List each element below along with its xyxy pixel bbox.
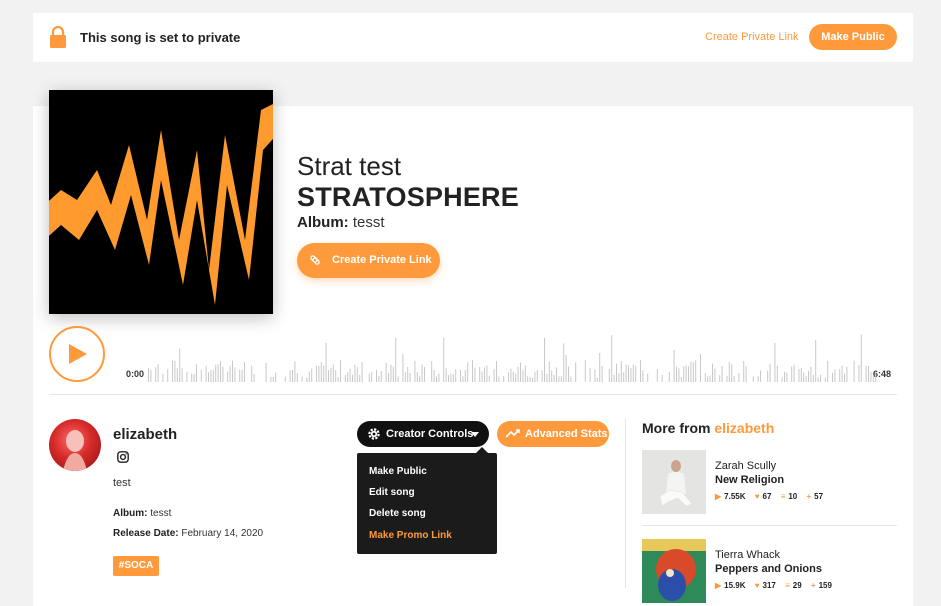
make-public-button[interactable]: Make Public — [809, 24, 897, 50]
chevron-down-icon — [471, 432, 479, 437]
related-artist[interactable]: Tierra Whack — [715, 549, 780, 561]
lock-icon — [50, 26, 66, 48]
privacy-message: This song is set to private — [80, 30, 241, 45]
uploader-bio: test — [113, 477, 131, 489]
cover-art — [49, 90, 273, 314]
more-from-prefix: More from — [642, 420, 711, 436]
related-plays: 15.9K — [724, 581, 746, 590]
create-private-link-label: Create Private Link — [332, 254, 432, 266]
heart-icon: ♥ — [754, 581, 760, 590]
divider — [625, 419, 626, 588]
meta-album-label: Album: — [113, 508, 148, 519]
related-reups: 159 — [818, 581, 832, 590]
album-name[interactable]: tesst — [353, 214, 385, 231]
advanced-stats-label: Advanced Stats — [525, 428, 608, 440]
divider — [49, 394, 897, 395]
time-start: 0:00 — [126, 369, 145, 379]
more-from-heading: More from elizabeth — [642, 420, 774, 436]
menu-item-make-public[interactable]: Make Public — [369, 466, 427, 477]
play-icon — [69, 344, 87, 364]
related-playlists: 29 — [792, 581, 802, 590]
playlist-icon: ≡ — [780, 492, 786, 501]
reup-icon: + — [810, 581, 816, 590]
waveform[interactable] — [148, 326, 878, 382]
menu-item-delete-song[interactable]: Delete song — [369, 508, 426, 519]
meta-album-value[interactable]: tesst — [150, 508, 171, 519]
reup-icon: + — [806, 492, 812, 501]
avatar[interactable] — [49, 419, 101, 471]
song-artist[interactable]: Strat test — [297, 151, 401, 182]
creator-controls-menu: Make Public Edit song Delete song Make P… — [357, 447, 497, 554]
related-likes: 67 — [762, 492, 772, 501]
genre-tag[interactable]: #SOCA — [113, 556, 159, 576]
gear-icon — [368, 428, 380, 440]
release-date-label: Release Date: — [113, 528, 179, 539]
related-thumbnail[interactable] — [642, 450, 706, 514]
create-private-link-button[interactable]: Create Private Link — [297, 243, 440, 278]
play-button[interactable] — [49, 326, 105, 382]
link-icon — [310, 255, 320, 265]
meta-album: Album: tesst — [113, 508, 171, 519]
album-label: Album: — [297, 214, 349, 231]
related-plays: 7.55K — [724, 492, 746, 501]
related-likes: 317 — [762, 581, 776, 590]
heart-icon: ♥ — [754, 492, 760, 501]
playlist-icon: ≡ — [785, 581, 790, 590]
album-line: Album: tesst — [297, 214, 385, 231]
release-date-value: February 14, 2020 — [181, 528, 264, 539]
related-artist[interactable]: Zarah Scully — [715, 460, 776, 472]
create-private-link-link[interactable]: Create Private Link — [705, 31, 799, 43]
related-stats: ▶ 15.9K ♥ 317 ≡ 29 +159 — [715, 581, 839, 590]
trending-up-icon — [506, 429, 520, 438]
song-title: STRATOSPHERE — [297, 182, 519, 212]
meta-release-date: Release Date: February 14, 2020 — [113, 528, 263, 539]
related-title[interactable]: New Religion — [715, 474, 784, 486]
related-stats: ▶ 7.55K ♥ 67 ≡ 10 +57 — [715, 492, 830, 501]
related-reups: 57 — [814, 492, 824, 501]
creator-controls-label: Creator Controls — [386, 428, 474, 440]
advanced-stats-button[interactable]: Advanced Stats — [497, 421, 609, 447]
related-playlists: 10 — [788, 492, 798, 501]
audiomack-logo-icon — [49, 104, 273, 305]
related-thumbnail[interactable] — [642, 539, 706, 603]
menu-item-make-promo-link[interactable]: Make Promo Link — [369, 530, 452, 541]
related-title[interactable]: Peppers and Onions — [715, 563, 822, 575]
play-icon: ▶ — [715, 581, 722, 590]
play-icon: ▶ — [715, 492, 722, 501]
divider — [642, 525, 897, 526]
instagram-icon[interactable] — [117, 451, 129, 463]
uploader-name[interactable]: elizabeth — [113, 426, 177, 443]
menu-item-edit-song[interactable]: Edit song — [369, 487, 415, 498]
privacy-bar: This song is set to private Create Priva… — [33, 13, 913, 62]
creator-controls-button[interactable]: Creator Controls — [357, 421, 489, 447]
more-from-artist[interactable]: elizabeth — [714, 420, 774, 436]
